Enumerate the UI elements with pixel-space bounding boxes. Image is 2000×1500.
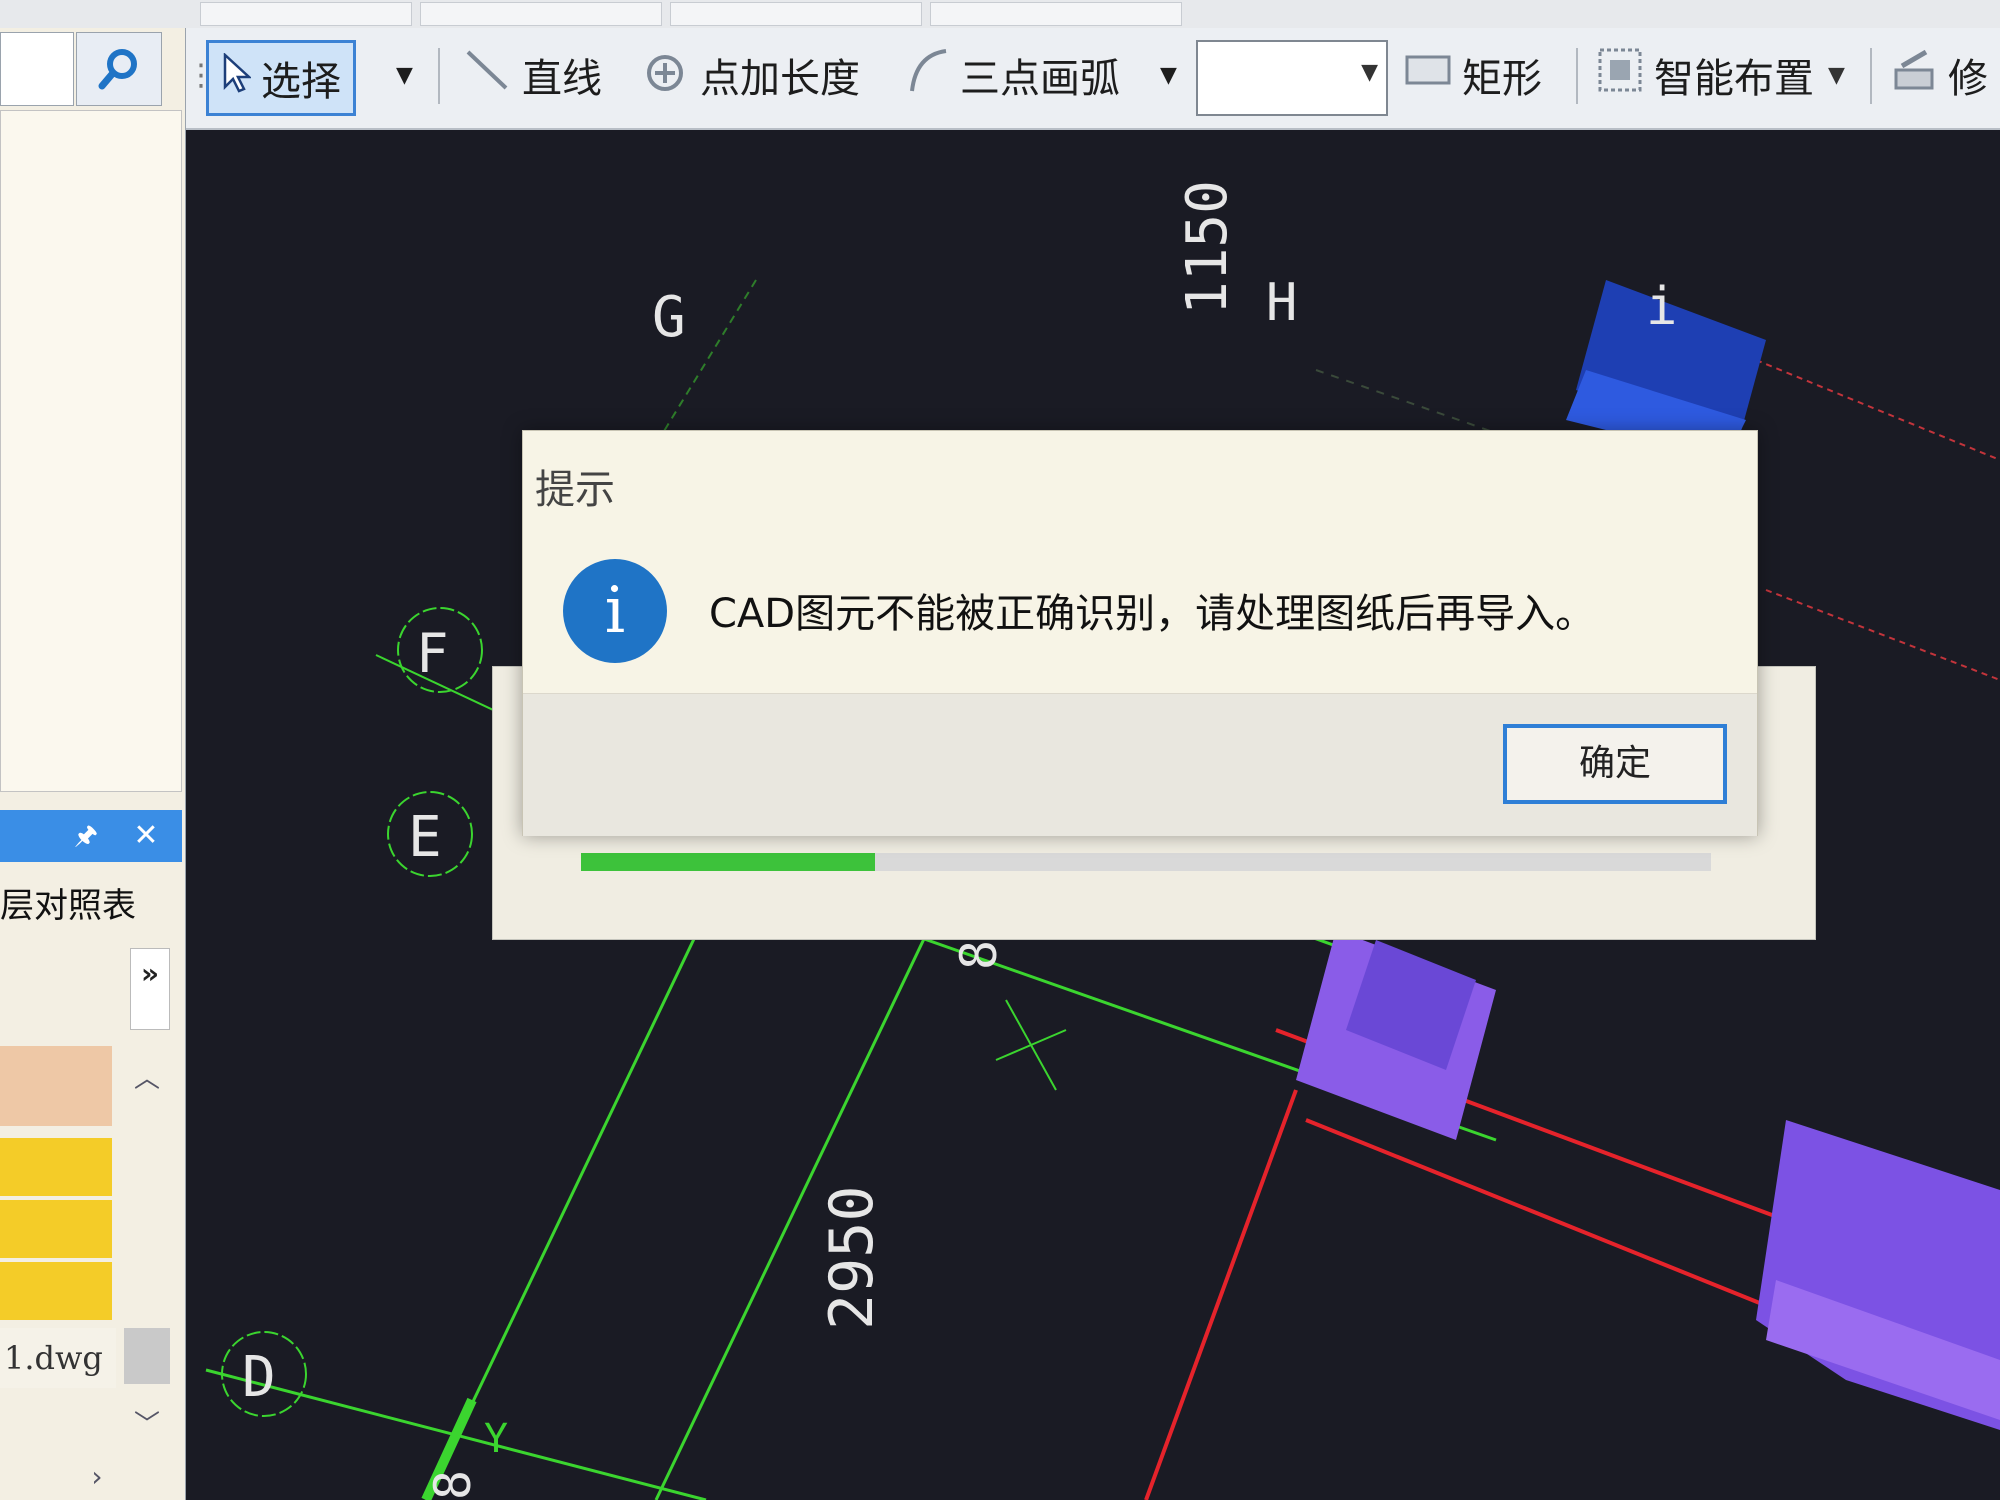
top-tab-strip: [0, 0, 2000, 29]
arc-dropdown-icon[interactable]: ▼: [1160, 40, 1177, 110]
wall-line: [1144, 1089, 1298, 1500]
message-dialog: 提示 i CAD图元不能被正确识别，请处理图纸后再导入。 确定: [522, 430, 1758, 836]
dimension-1150: 1150: [1175, 180, 1240, 315]
progress-fill: [581, 853, 875, 871]
axis-label-f: F: [416, 622, 449, 685]
left-panel: 🖈 ✕ 层对照表 » 1.dwg ︿ ﹀ ›: [0, 28, 187, 1500]
dialog-title: 提示: [535, 467, 615, 513]
panel-title: 层对照表: [0, 886, 136, 926]
dimension-8: 8: [950, 940, 1008, 970]
tab-stub[interactable]: [670, 2, 922, 26]
three-point-arc-button[interactable]: 三点画弧: [906, 40, 1120, 110]
toolbar-separator: [1870, 48, 1872, 104]
modify-icon: [1890, 46, 1938, 104]
point-length-icon: [640, 45, 690, 105]
progress-bar: [581, 853, 1711, 871]
cross-marker: [995, 1029, 1067, 1061]
dialog-message: CAD图元不能被正确识别，请处理图纸后再导入。: [709, 591, 1596, 637]
ucs-y-label: Y: [484, 1416, 508, 1462]
toolbar-separator: [438, 48, 440, 104]
drawing-toolbar: ⋮ 选择 ▼ 直线 点加长度 三点画弧 ▼ ▼ 矩形 智能布置 ▼ 修: [186, 28, 2000, 130]
tab-stub[interactable]: [420, 2, 662, 26]
toolbar-grip[interactable]: ⋮: [186, 40, 216, 110]
rect-icon: [1404, 52, 1452, 98]
layer-color-swatch[interactable]: [0, 1138, 112, 1196]
scroll-up-icon[interactable]: ︿: [130, 1058, 164, 1094]
layer-color-swatch[interactable]: [0, 1200, 112, 1258]
dimension-8-lower: 8: [424, 1470, 482, 1500]
line-button[interactable]: 直线: [464, 40, 602, 110]
smart-layout-dropdown-icon[interactable]: ▼: [1828, 63, 1845, 88]
point-length-button[interactable]: 点加长度: [640, 40, 860, 110]
dialog-footer: 确定: [523, 693, 1757, 836]
point-length-label: 点加长度: [700, 56, 860, 102]
panel-header: 🖈 ✕: [0, 810, 182, 862]
pin-icon[interactable]: 🖈: [70, 820, 102, 852]
tab-stub[interactable]: [200, 2, 412, 26]
axis-label-h: H: [1266, 273, 1297, 333]
expand-button[interactable]: »: [130, 948, 170, 1030]
modify-label: 修: [1948, 56, 1988, 102]
select-button[interactable]: 选择: [206, 40, 356, 116]
arc-icon: [906, 45, 950, 105]
smart-layout-button[interactable]: 智能布置 ▼: [1596, 40, 1845, 110]
close-icon[interactable]: ✕: [130, 820, 162, 852]
toolbar-separator: [1576, 48, 1578, 104]
search-input[interactable]: [0, 32, 74, 106]
layer-color-swatch[interactable]: [0, 1262, 112, 1320]
axis-label-i: i: [1646, 277, 1677, 337]
line-icon: [464, 46, 512, 104]
combo-arrow-icon[interactable]: ▼: [1361, 60, 1378, 85]
cursor-arrow-icon: [221, 52, 253, 103]
file-name-cell[interactable]: 1.dwg: [0, 1328, 116, 1388]
axis-label-d: D: [242, 1345, 276, 1410]
smart-layout-icon: [1596, 46, 1644, 104]
search-icon: [98, 49, 137, 90]
select-dropdown-icon[interactable]: ▼: [396, 40, 413, 110]
rect-label: 矩形: [1462, 56, 1542, 102]
line-label: 直线: [522, 56, 602, 102]
smart-layout-label: 智能布置: [1654, 56, 1814, 102]
tab-stub[interactable]: [930, 2, 1182, 26]
style-combo[interactable]: ▼: [1196, 40, 1388, 116]
wall-line: [1755, 359, 2000, 461]
rect-button[interactable]: 矩形: [1404, 40, 1542, 110]
axis-label-e: E: [408, 805, 442, 870]
modify-button[interactable]: 修: [1890, 40, 1988, 110]
scrollbar-thumb[interactable]: [124, 1328, 170, 1384]
layer-color-swatch[interactable]: [0, 1046, 112, 1126]
info-icon: i: [563, 559, 667, 663]
scroll-down-icon[interactable]: ﹀: [130, 1404, 164, 1440]
dimension-2950: 2950: [817, 1186, 887, 1331]
search-button[interactable]: [76, 32, 162, 106]
tree-area[interactable]: [0, 110, 182, 792]
select-label: 选择: [261, 59, 341, 105]
axis-label-g: G: [652, 285, 686, 350]
three-point-arc-label: 三点画弧: [960, 56, 1120, 102]
ok-button[interactable]: 确定: [1503, 724, 1727, 804]
scroll-right-icon[interactable]: ›: [80, 1460, 114, 1494]
